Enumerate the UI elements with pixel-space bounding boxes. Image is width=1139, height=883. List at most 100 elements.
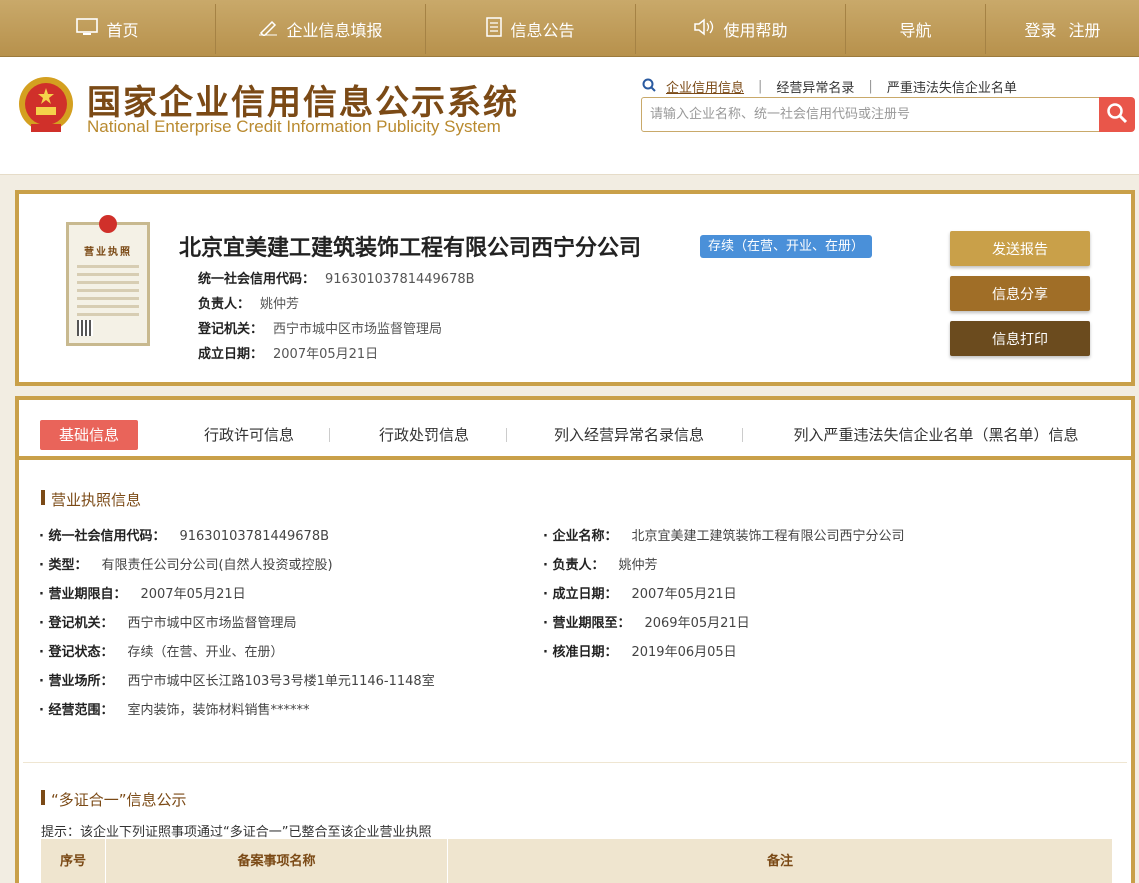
- field-value: 室内装饰，装饰材料销售******: [127, 703, 310, 718]
- company-name: 北京宜美建工建筑装饰工程有限公司西宁分公司: [179, 236, 642, 261]
- field-company-name: 企业名称： 北京宜美建工建筑装饰工程有限公司西宁分公司: [543, 525, 905, 544]
- field-value: 西宁市城中区市场监督管理局: [127, 616, 297, 631]
- license-thumb-lines: [77, 265, 139, 321]
- site-header: 国家企业信用信息公示系统 National Enterprise Credit …: [0, 57, 1139, 175]
- tab-divider: [742, 428, 743, 442]
- meta-label: 登记机关：: [198, 322, 264, 337]
- search-tab-abnormal[interactable]: 经营异常名录: [776, 77, 854, 96]
- tab-divider: [506, 428, 507, 442]
- nav-home-label: 首页: [106, 21, 139, 40]
- field-scope: 经营范围： 室内装饰，装饰材料销售******: [39, 699, 310, 718]
- field-label: 登记机关：: [39, 616, 113, 631]
- field-value: 姚仲芳: [618, 558, 658, 573]
- tab-admin-penalty[interactable]: 行政处罚信息: [364, 420, 484, 450]
- nav-help-label: 使用帮助: [723, 21, 788, 40]
- field-label: 登记状态：: [39, 645, 113, 660]
- meta-label: 成立日期：: [198, 347, 264, 362]
- field-label: 经营范围：: [39, 703, 113, 718]
- print-info-button[interactable]: 信息打印: [950, 321, 1090, 356]
- field-type: 类型： 有限责任公司分公司(自然人投资或控股): [39, 554, 333, 573]
- nav-fill[interactable]: 企业信息填报: [216, 4, 426, 54]
- field-label: 核准日期：: [543, 645, 617, 660]
- search-box: [641, 97, 1100, 132]
- column-header-remarks: 备注: [766, 854, 793, 869]
- license-section-title: 营业执照信息: [41, 489, 141, 510]
- meta-value: 2007年05月21日: [273, 347, 379, 362]
- national-emblem-icon: [17, 74, 75, 136]
- field-label: 负责人：: [543, 558, 604, 573]
- share-info-button[interactable]: 信息分享: [950, 276, 1090, 311]
- company-summary-card: 营业执照 北京宜美建工建筑装饰工程有限公司西宁分公司 存续（在营、开业、在册） …: [15, 190, 1135, 386]
- detail-panel: 基础信息 行政许可信息 行政处罚信息 列入经营异常名录信息 列入严重违法失信企业…: [15, 396, 1135, 883]
- search-input[interactable]: [642, 98, 1099, 131]
- nav-login-group: 登录 注册: [986, 4, 1139, 54]
- field-label: 营业期限至：: [543, 616, 630, 631]
- monitor-icon: [76, 18, 99, 40]
- column-header-index: 序号: [41, 839, 106, 883]
- business-license-thumbnail[interactable]: 营业执照: [66, 215, 150, 346]
- meta-label: 负责人：: [198, 297, 251, 312]
- field-credit-code: 统一社会信用代码： 91630103781449678B: [39, 525, 329, 544]
- nav-home[interactable]: 首页: [0, 4, 216, 54]
- tab-blacklist[interactable]: 列入严重违法失信企业名单（黑名单）信息: [776, 420, 1096, 450]
- multi-cert-table-header: 序号 备案事项名称 备注: [41, 839, 1112, 883]
- login-link[interactable]: 登录: [1024, 17, 1056, 41]
- speaker-icon: [693, 18, 715, 40]
- meta-value: 西宁市城中区市场监督管理局: [273, 322, 443, 337]
- meta-principal: 负责人： 姚仲芳: [198, 293, 299, 312]
- field-value: 2007年05月21日: [140, 587, 246, 602]
- column-header-item-name: 备案事项名称: [106, 839, 448, 883]
- field-value: 西宁市城中区长江路103号3号楼1单元1146-1148室: [127, 674, 435, 689]
- search-type-tabs: 企业信用信息 | 经营异常名录 | 严重违法失信企业名单: [642, 77, 1017, 96]
- field-value: 存续（在营、开业、在册）: [127, 645, 284, 660]
- field-label: 企业名称：: [543, 529, 617, 544]
- tab-admin-license[interactable]: 行政许可信息: [189, 420, 309, 450]
- field-principal: 负责人： 姚仲芳: [543, 554, 658, 573]
- meta-established: 成立日期： 2007年05月21日: [198, 343, 378, 362]
- nav-help[interactable]: 使用帮助: [636, 4, 846, 54]
- field-label: 营业期限自：: [39, 587, 126, 602]
- search-small-icon: [642, 78, 656, 96]
- field-label: 统一社会信用代码：: [39, 529, 165, 544]
- meta-value: 91630103781449678B: [325, 272, 475, 287]
- status-badge: 存续（在营、开业、在册）: [700, 235, 873, 258]
- field-value: 北京宜美建工建筑装饰工程有限公司西宁分公司: [631, 529, 905, 544]
- multi-cert-section-title: “多证合一”信息公示: [41, 789, 187, 810]
- meta-authority: 登记机关： 西宁市城中区市场监督管理局: [198, 318, 442, 337]
- meta-label: 统一社会信用代码：: [198, 272, 316, 287]
- field-label: 成立日期：: [543, 587, 617, 602]
- field-label: 类型：: [39, 558, 87, 573]
- qr-code-icon: [77, 320, 93, 336]
- divider: |: [868, 79, 873, 94]
- nav-notice[interactable]: 信息公告: [426, 4, 636, 54]
- nav-fill-label: 企业信息填报: [286, 21, 383, 40]
- register-link[interactable]: 注册: [1069, 17, 1101, 41]
- field-label: 营业场所：: [39, 674, 113, 689]
- section-divider: [23, 762, 1127, 763]
- field-status: 登记状态： 存续（在营、开业、在册）: [39, 641, 284, 660]
- tab-abnormal-list[interactable]: 列入经营异常名录信息: [541, 420, 717, 450]
- meta-value: 姚仲芳: [260, 297, 300, 312]
- meta-credit-code: 统一社会信用代码： 91630103781449678B: [198, 268, 475, 287]
- field-term-from: 营业期限自： 2007年05月21日: [39, 583, 246, 602]
- field-term-to: 营业期限至： 2069年05月21日: [543, 612, 750, 631]
- nav-guide[interactable]: 导航: [846, 4, 986, 54]
- document-icon: [486, 17, 503, 41]
- tab-basic-info[interactable]: 基础信息: [40, 420, 138, 450]
- field-value: 2019年06月05日: [631, 645, 737, 660]
- top-nav: 首页 企业信息填报 信息公告 使用帮助 导航 登录 注册: [0, 0, 1139, 57]
- field-value: 有限责任公司分公司(自然人投资或控股): [101, 558, 333, 573]
- search-button[interactable]: [1099, 97, 1135, 132]
- info-tabs: 基础信息 行政许可信息 行政处罚信息 列入经营异常名录信息 列入严重违法失信企业…: [19, 400, 1131, 460]
- emblem-seal-icon: [99, 215, 117, 233]
- field-established: 成立日期： 2007年05月21日: [543, 583, 737, 602]
- search-tab-credit[interactable]: 企业信用信息: [666, 77, 744, 96]
- tab-divider: [329, 428, 330, 442]
- multi-cert-tip: 提示：该企业下列证照事项通过“多证合一”已整合至该企业营业执照: [41, 825, 432, 840]
- field-value: 91630103781449678B: [179, 529, 330, 544]
- pen-icon: [258, 18, 278, 40]
- send-report-button[interactable]: 发送报告: [950, 231, 1090, 266]
- search-tab-blacklist[interactable]: 严重违法失信企业名单: [887, 77, 1017, 96]
- divider: |: [758, 79, 763, 94]
- nav-guide-label: 导航: [899, 21, 932, 40]
